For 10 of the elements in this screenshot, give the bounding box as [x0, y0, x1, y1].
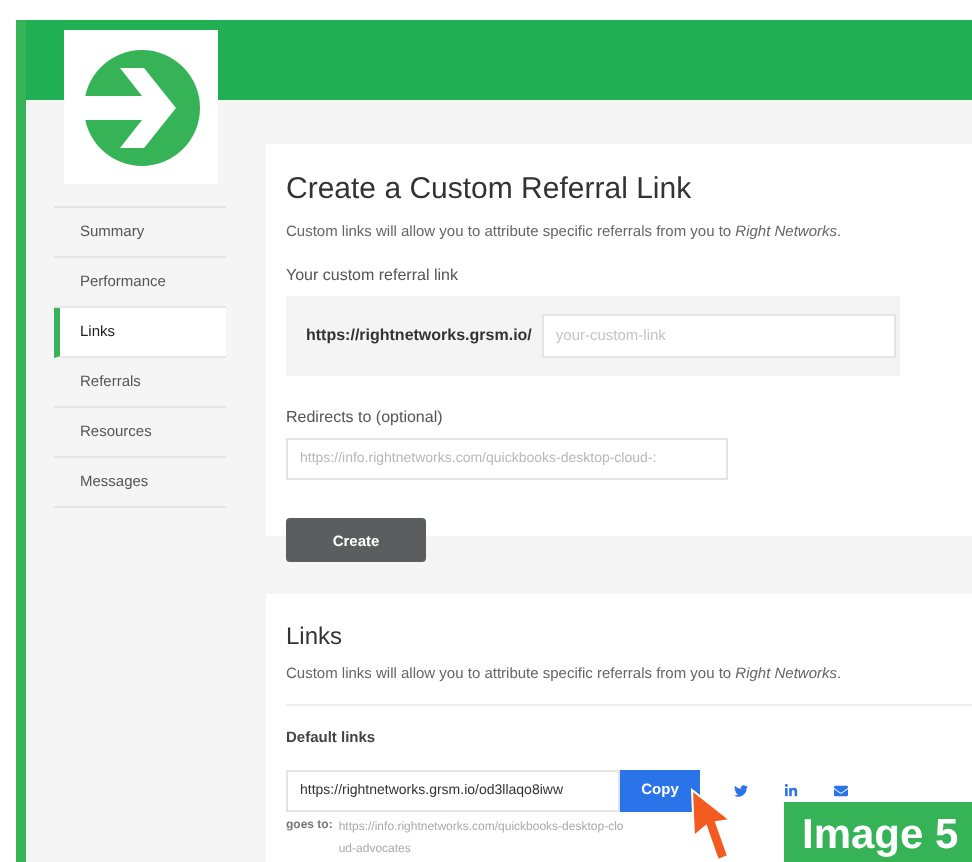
linkedin-icon[interactable] [784, 783, 798, 797]
twitter-icon[interactable] [734, 783, 748, 797]
caption-label: Image 5 [784, 802, 972, 862]
field-label: Redirects to (optional) [286, 405, 445, 430]
card-title: Create a Custom Referral Link [286, 170, 694, 210]
card-title: Links [286, 620, 345, 654]
field-label: Your custom referral link [286, 263, 460, 288]
mail-icon[interactable] [834, 783, 848, 797]
domain-prefix: https://rightnetworks.grsm.io/ [306, 323, 532, 348]
logo-icon [81, 47, 201, 167]
